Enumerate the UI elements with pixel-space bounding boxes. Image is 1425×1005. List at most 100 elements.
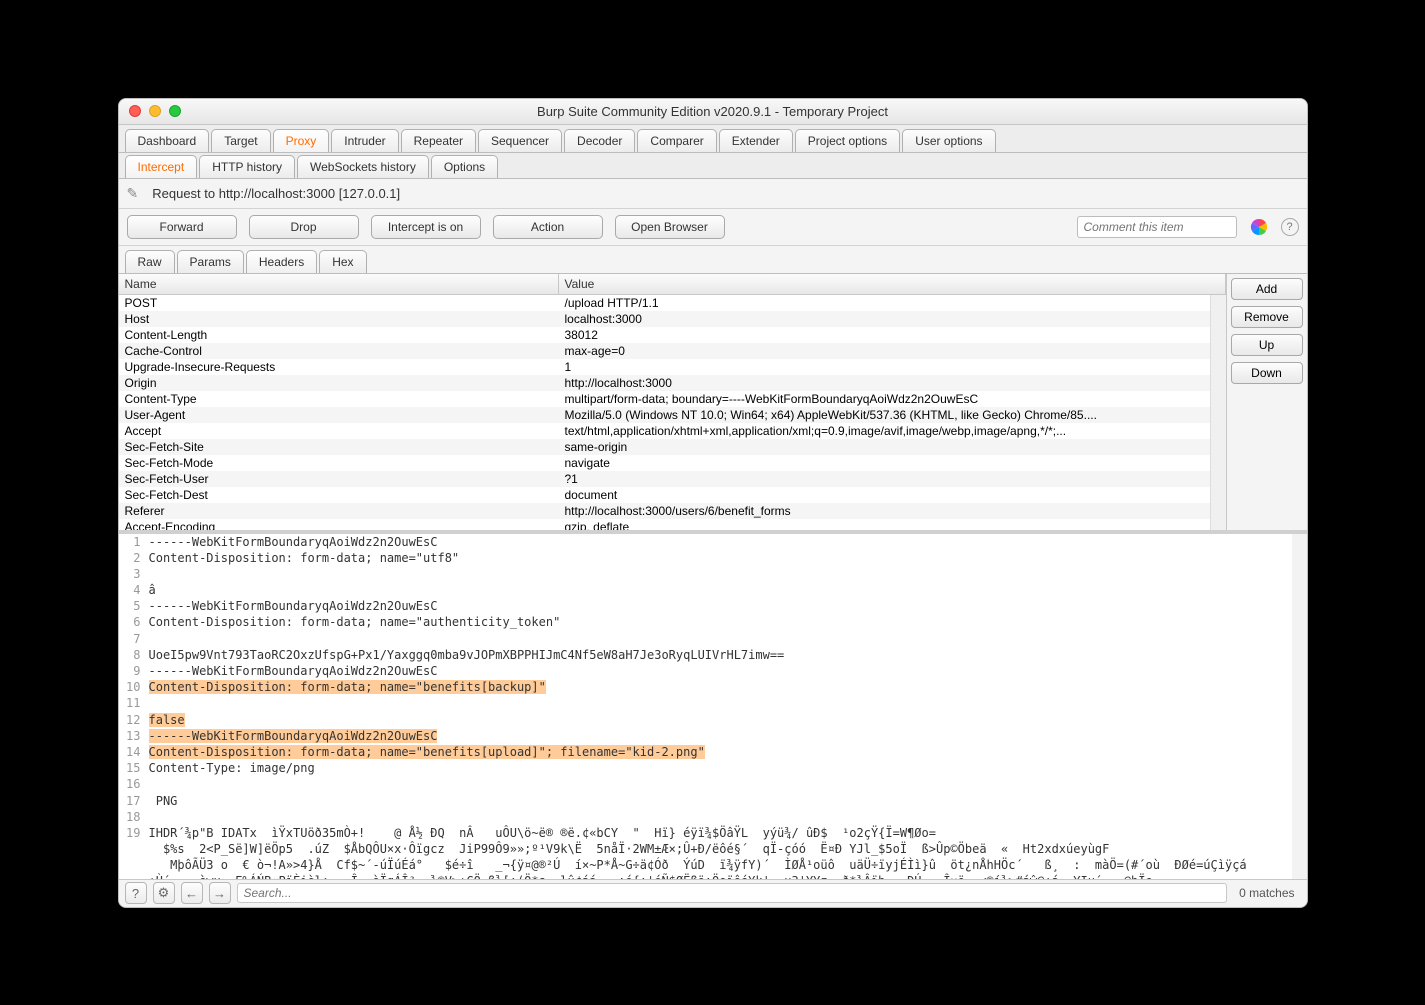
table-row[interactable]: POST/upload HTTP/1.1 bbox=[119, 295, 1226, 311]
editor-line[interactable]: 15Content-Type: image/png bbox=[119, 760, 1307, 776]
match-count: 0 matches bbox=[1233, 886, 1300, 900]
table-row[interactable]: Sec-Fetch-Modenavigate bbox=[119, 455, 1226, 471]
editor-line[interactable]: 16 bbox=[119, 776, 1307, 792]
sub-tab-websockets-history[interactable]: WebSockets history bbox=[297, 155, 429, 178]
col-header-value[interactable]: Value bbox=[559, 274, 1226, 294]
editor-line[interactable]: 11 bbox=[119, 695, 1307, 711]
remove-button[interactable]: Remove bbox=[1231, 306, 1303, 328]
view-tab-raw[interactable]: Raw bbox=[125, 250, 175, 273]
main-tab-user-options[interactable]: User options bbox=[902, 129, 995, 152]
table-row[interactable]: Accepttext/html,application/xhtml+xml,ap… bbox=[119, 423, 1226, 439]
header-name: Sec-Fetch-Dest bbox=[119, 487, 559, 503]
editor-line[interactable]: 14Content-Disposition: form-data; name="… bbox=[119, 744, 1307, 760]
table-row[interactable]: Originhttp://localhost:3000 bbox=[119, 375, 1226, 391]
table-body[interactable]: POST/upload HTTP/1.1Hostlocalhost:3000Co… bbox=[119, 295, 1226, 530]
header-name: Origin bbox=[119, 375, 559, 391]
table-row[interactable]: Hostlocalhost:3000 bbox=[119, 311, 1226, 327]
table-row[interactable]: Content-Length38012 bbox=[119, 327, 1226, 343]
help-icon[interactable]: ? bbox=[1281, 218, 1299, 236]
editor-line[interactable]: MþôÃÜ3 o € ò¬!A»>4}Å Cf$~´-úÏúÉá° $é÷î _… bbox=[119, 857, 1307, 873]
line-content: $%s 2<P_Së]W]ëÖp5 .úZ $ÅbQÔU×x·Ôïgcz JiP… bbox=[149, 841, 1307, 857]
header-value: multipart/form-data; boundary=----WebKit… bbox=[559, 391, 1226, 407]
editor-line[interactable]: 10Content-Disposition: form-data; name="… bbox=[119, 679, 1307, 695]
prev-match-icon[interactable]: ← bbox=[181, 882, 203, 904]
raw-editor[interactable]: 1------WebKitFormBoundaryqAoiWdz2n2OuwEs… bbox=[119, 534, 1307, 879]
line-number bbox=[119, 857, 149, 873]
editor-line[interactable]: 18 bbox=[119, 809, 1307, 825]
sub-tab-options[interactable]: Options bbox=[431, 155, 498, 178]
header-name: User-Agent bbox=[119, 407, 559, 423]
editor-line[interactable]: 13------WebKitFormBoundaryqAoiWdz2n2OuwE… bbox=[119, 728, 1307, 744]
editor-line[interactable]: 2Content-Disposition: form-data; name="u… bbox=[119, 550, 1307, 566]
line-number: 18 bbox=[119, 809, 149, 825]
add-button[interactable]: Add bbox=[1231, 278, 1303, 300]
view-tab-hex[interactable]: Hex bbox=[319, 250, 366, 273]
scrollbar-icon[interactable] bbox=[1292, 534, 1307, 879]
table-row[interactable]: Sec-Fetch-Destdocument bbox=[119, 487, 1226, 503]
main-tab-repeater[interactable]: Repeater bbox=[401, 129, 476, 152]
editor-line[interactable]: 9------WebKitFormBoundaryqAoiWdz2n2OuwEs… bbox=[119, 663, 1307, 679]
help-icon[interactable]: ? bbox=[125, 882, 147, 904]
table-row[interactable]: Content-Typemultipart/form-data; boundar… bbox=[119, 391, 1226, 407]
header-value: Mozilla/5.0 (Windows NT 10.0; Win64; x64… bbox=[559, 407, 1226, 423]
view-tab-params[interactable]: Params bbox=[177, 250, 244, 273]
up-button[interactable]: Up bbox=[1231, 334, 1303, 356]
header-name: Cache-Control bbox=[119, 343, 559, 359]
editor-line[interactable]: +Ù´ èwµ E%ÁŃB«PïÈièl; Î òÏgÁÎ² ¾©V>+ÇÖ~ß… bbox=[119, 873, 1307, 878]
table-row[interactable]: Upgrade-Insecure-Requests1 bbox=[119, 359, 1226, 375]
intercept-toggle-button[interactable]: Intercept is on bbox=[371, 215, 481, 239]
request-info-row: ✎ Request to http://localhost:3000 [127.… bbox=[119, 179, 1307, 209]
table-row[interactable]: Accept-Encodinggzip, deflate bbox=[119, 519, 1226, 530]
search-input[interactable] bbox=[237, 883, 1228, 903]
table-row[interactable]: User-AgentMozilla/5.0 (Windows NT 10.0; … bbox=[119, 407, 1226, 423]
request-target: Request to http://localhost:3000 [127.0.… bbox=[152, 186, 400, 201]
main-tab-extender[interactable]: Extender bbox=[719, 129, 793, 152]
col-header-name[interactable]: Name bbox=[119, 274, 559, 294]
editor-line[interactable]: 17 PNG bbox=[119, 793, 1307, 809]
editor-line[interactable]: 19IHDR´¾p"B IDATx ìŸxTUöð35mÒ+! @ Å½ ÐQ … bbox=[119, 825, 1307, 841]
main-tab-decoder[interactable]: Decoder bbox=[564, 129, 635, 152]
table-row[interactable]: Refererhttp://localhost:3000/users/6/ben… bbox=[119, 503, 1226, 519]
main-tab-project-options[interactable]: Project options bbox=[795, 129, 900, 152]
editor-line[interactable]: 4â bbox=[119, 582, 1307, 598]
header-value: max-age=0 bbox=[559, 343, 1226, 359]
main-tab-target[interactable]: Target bbox=[211, 129, 270, 152]
drop-button[interactable]: Drop bbox=[249, 215, 359, 239]
footer-bar: ? ⚙ ← → 0 matches bbox=[119, 879, 1307, 907]
editor-line[interactable]: 6Content-Disposition: form-data; name="a… bbox=[119, 614, 1307, 630]
table-row[interactable]: Sec-Fetch-Sitesame-origin bbox=[119, 439, 1226, 455]
main-tab-dashboard[interactable]: Dashboard bbox=[125, 129, 210, 152]
forward-button[interactable]: Forward bbox=[127, 215, 237, 239]
comment-input[interactable] bbox=[1077, 216, 1237, 238]
sub-tab-intercept[interactable]: Intercept bbox=[125, 155, 198, 178]
down-button[interactable]: Down bbox=[1231, 362, 1303, 384]
main-tab-comparer[interactable]: Comparer bbox=[637, 129, 716, 152]
editor-line[interactable]: 12false bbox=[119, 712, 1307, 728]
settings-icon[interactable]: ⚙ bbox=[153, 882, 175, 904]
scrollbar-icon[interactable] bbox=[1210, 295, 1226, 530]
line-number: 14 bbox=[119, 744, 149, 760]
line-number: 15 bbox=[119, 760, 149, 776]
action-button[interactable]: Action bbox=[493, 215, 603, 239]
main-tab-intruder[interactable]: Intruder bbox=[331, 129, 398, 152]
line-content bbox=[149, 566, 1307, 582]
open-browser-button[interactable]: Open Browser bbox=[615, 215, 725, 239]
editor-line[interactable]: $%s 2<P_Së]W]ëÖp5 .úZ $ÅbQÔU×x·Ôïgcz JiP… bbox=[119, 841, 1307, 857]
table-row[interactable]: Cache-Controlmax-age=0 bbox=[119, 343, 1226, 359]
editor-line[interactable]: 3 bbox=[119, 566, 1307, 582]
editor-line[interactable]: 1------WebKitFormBoundaryqAoiWdz2n2OuwEs… bbox=[119, 534, 1307, 550]
view-tab-headers[interactable]: Headers bbox=[246, 250, 317, 273]
next-match-icon[interactable]: → bbox=[209, 882, 231, 904]
sub-tab-http-history[interactable]: HTTP history bbox=[199, 155, 295, 178]
highlight-color-icon[interactable] bbox=[1249, 217, 1269, 237]
main-tab-sequencer[interactable]: Sequencer bbox=[478, 129, 562, 152]
edit-icon[interactable]: ✎ bbox=[127, 185, 139, 202]
editor-line[interactable]: 7 bbox=[119, 631, 1307, 647]
main-tab-proxy[interactable]: Proxy bbox=[273, 129, 330, 152]
line-content: â bbox=[149, 582, 1307, 598]
table-row[interactable]: Sec-Fetch-User?1 bbox=[119, 471, 1226, 487]
editor-line[interactable]: 8UoeI5pw9Vnt793TaoRC2OxzUfspG+Px1/Yaxggq… bbox=[119, 647, 1307, 663]
header-side-buttons: Add Remove Up Down bbox=[1227, 274, 1307, 530]
header-value: /upload HTTP/1.1 bbox=[559, 295, 1226, 311]
editor-line[interactable]: 5------WebKitFormBoundaryqAoiWdz2n2OuwEs… bbox=[119, 598, 1307, 614]
